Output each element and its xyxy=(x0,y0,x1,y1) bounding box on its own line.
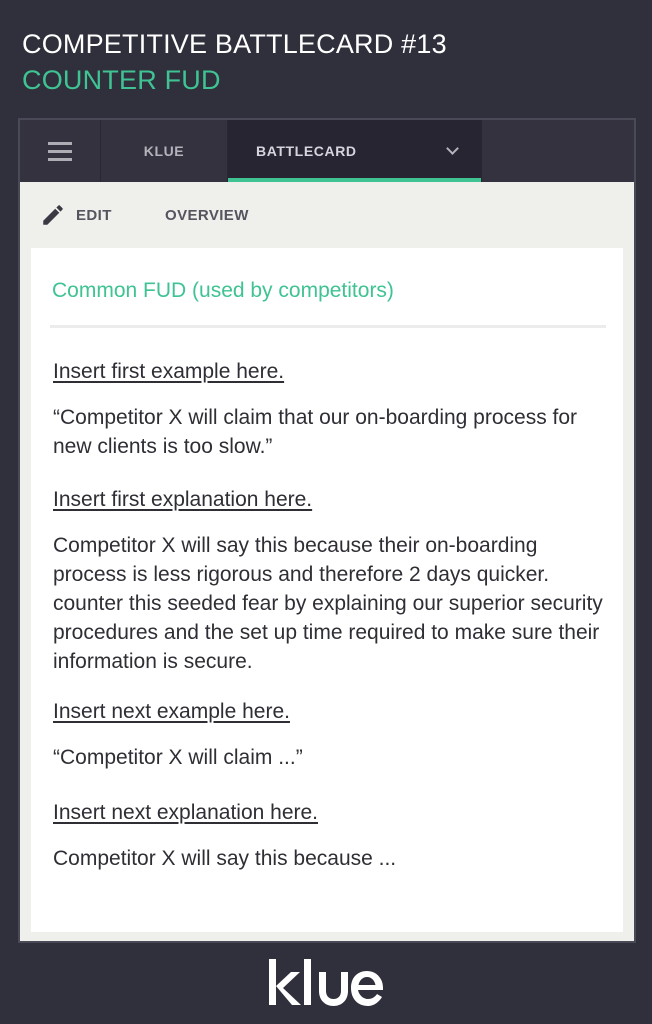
edit-label: EDIT xyxy=(76,206,112,224)
first-example-link[interactable]: Insert first example here. xyxy=(53,357,613,386)
next-example-link[interactable]: Insert next example here. xyxy=(53,697,613,726)
battlecard-title: COMPETITIVE BATTLECARD #13 xyxy=(22,29,447,59)
top-nav: KLUE BATTLECARD xyxy=(20,120,634,182)
next-explanation-text: Competitor X will say this because ... xyxy=(53,847,397,870)
battlecard-content: Common FUD (used by competitors) Insert … xyxy=(31,248,623,932)
heading-divider xyxy=(50,325,606,328)
tab-klue[interactable]: KLUE xyxy=(101,120,228,182)
page-header: COMPETITIVE BATTLECARD #13 COUNTER FUD xyxy=(22,28,447,96)
app-window: KLUE BATTLECARD EDIT OVERVIEW Common FUD… xyxy=(18,118,636,943)
pencil-icon xyxy=(43,205,63,225)
hamburger-menu-icon xyxy=(48,141,72,161)
card-toolbar: EDIT OVERVIEW xyxy=(20,182,634,248)
card-heading: Common FUD (used by competitors) xyxy=(52,279,394,302)
edit-button[interactable]: EDIT xyxy=(40,202,112,228)
battlecard-subtitle: COUNTER FUD xyxy=(22,65,221,95)
tab-battlecard[interactable]: BATTLECARD xyxy=(228,120,482,182)
klue-logo xyxy=(0,946,652,1016)
klue-logo-mark xyxy=(269,959,383,1006)
menu-button[interactable] xyxy=(20,120,101,182)
tab-klue-label: KLUE xyxy=(143,143,185,159)
overview-button[interactable]: OVERVIEW xyxy=(165,207,249,224)
next-example-text: “Competitor X will claim ...” xyxy=(53,746,303,769)
next-explanation-link[interactable]: Insert next explanation here. xyxy=(53,798,613,827)
first-explanation-link[interactable]: Insert first explanation here. xyxy=(53,485,613,514)
tab-battlecard-label: BATTLECARD xyxy=(256,143,357,159)
chevron-down-icon[interactable] xyxy=(446,142,459,155)
first-explanation-text: Competitor X will say this because their… xyxy=(53,534,603,673)
first-example-text: “Competitor X will claim that our on-boa… xyxy=(53,406,578,458)
